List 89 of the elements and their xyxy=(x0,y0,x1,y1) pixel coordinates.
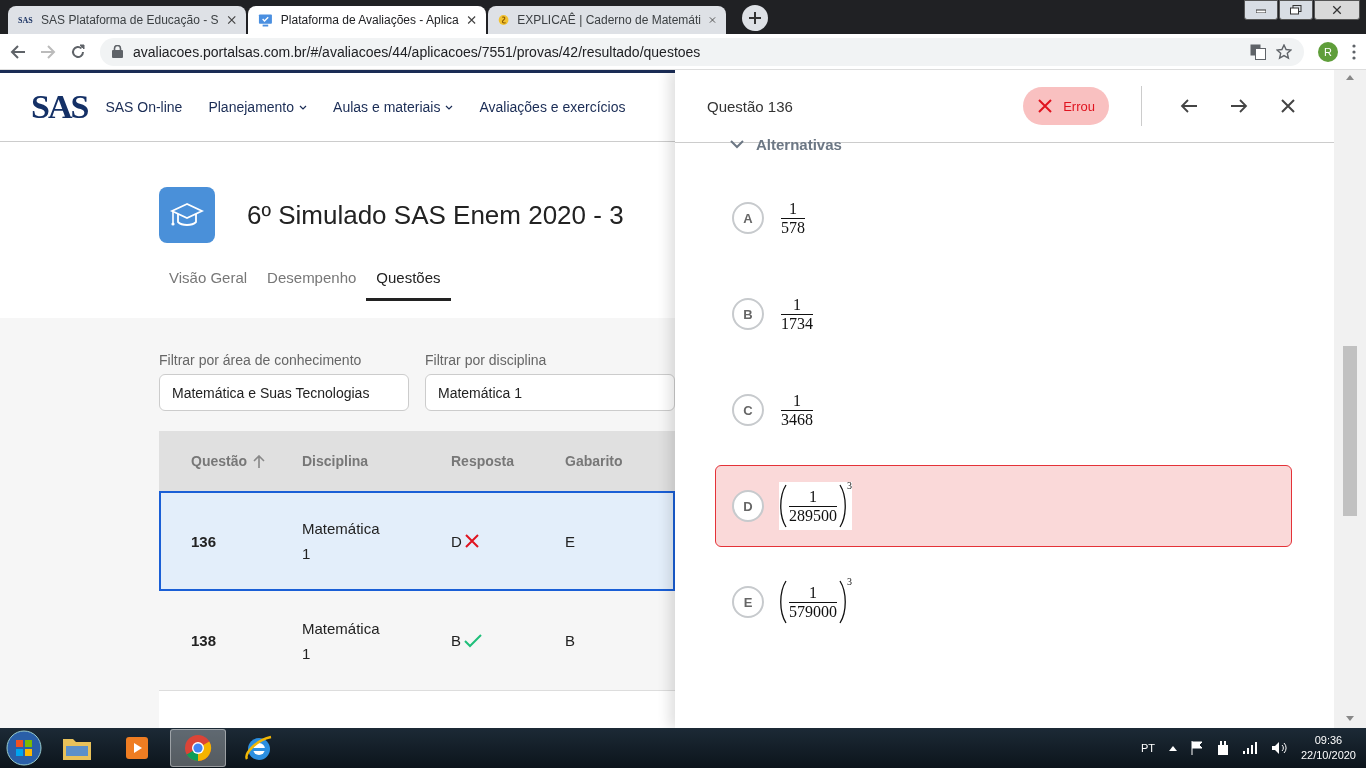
filter-select[interactable]: Matemática e Suas Tecnologias xyxy=(159,374,409,411)
monitor-icon xyxy=(258,12,273,28)
table-row[interactable]: 136 Matemática 1 D E xyxy=(159,491,675,591)
menu-icon[interactable] xyxy=(1352,43,1356,60)
power-icon[interactable] xyxy=(1216,741,1229,755)
fraction-formula: 1 1734 xyxy=(780,294,814,335)
answer-letter: B xyxy=(451,632,461,649)
alternative-option[interactable]: E 1 579000 3 xyxy=(715,561,1292,643)
translate-icon[interactable] xyxy=(1250,43,1266,60)
option-letter: C xyxy=(732,394,764,426)
start-button[interactable] xyxy=(4,729,44,767)
page-tab[interactable]: Visão Geral xyxy=(159,269,258,301)
media-player-icon xyxy=(124,735,150,761)
discipline-cell-text: Matemática 1 xyxy=(302,618,381,664)
scroll-down-icon[interactable] xyxy=(1346,716,1354,722)
arrow-right-icon[interactable] xyxy=(1230,98,1248,114)
nav-link[interactable]: Planejamento xyxy=(208,99,308,115)
fraction-formula: 1 3468 xyxy=(780,390,814,431)
option-letter: E xyxy=(732,586,764,618)
filter-label: Filtrar por área de conhecimento xyxy=(159,352,363,368)
clock-time[interactable]: 09:36 xyxy=(1314,733,1343,748)
answer-key: E xyxy=(565,532,665,550)
arrow-left-icon[interactable] xyxy=(1180,98,1198,114)
close-window-button[interactable] xyxy=(1314,0,1360,20)
parenthesis-icon xyxy=(779,580,787,624)
logo-icon: SAS xyxy=(18,15,34,25)
maximize-button[interactable] xyxy=(1279,0,1313,20)
minimize-icon[interactable] xyxy=(1256,7,1266,13)
drawer-title: Questão 136 xyxy=(707,97,794,115)
result-badge: Errou xyxy=(1023,87,1109,125)
close-icon xyxy=(466,15,476,25)
close-icon xyxy=(1280,98,1296,114)
question-number: 138 xyxy=(191,632,218,649)
caret-up-icon[interactable] xyxy=(1168,745,1177,751)
option-letter: B xyxy=(732,298,764,330)
power-formula: 1 579000 3 xyxy=(779,578,852,626)
option-letter: D xyxy=(732,490,764,522)
answer-key: B xyxy=(565,632,665,649)
chevron-icon[interactable] xyxy=(730,139,744,149)
option-letter: A xyxy=(732,202,764,234)
logo[interactable]: SAS xyxy=(31,88,88,126)
alternative-option[interactable]: A 1 578 xyxy=(715,177,1292,259)
volume-icon[interactable] xyxy=(1270,741,1287,755)
address-bar[interactable]: avaliacoes.portalsas.com.br/#/avaliacoes/44/aplicacoes/7551/provas/42/resultado/questoes xyxy=(100,37,1304,66)
internet-explorer-icon[interactable] xyxy=(244,734,274,762)
plus-icon[interactable] xyxy=(748,11,762,25)
fraction-formula: 1 578 xyxy=(780,198,806,239)
filter-label: Filtrar por disciplina xyxy=(425,352,548,368)
nav-link[interactable]: Aulas e materiais xyxy=(333,99,454,115)
page-tab[interactable]: Questões xyxy=(366,269,451,301)
parenthesis-icon xyxy=(839,484,847,528)
back-icon[interactable] xyxy=(10,43,26,60)
reload-icon[interactable] xyxy=(70,43,86,60)
scrollbar[interactable] xyxy=(1334,70,1366,728)
section-title: Alternativas xyxy=(756,135,842,153)
signal-icon[interactable] xyxy=(1242,742,1257,754)
minimize-button[interactable] xyxy=(1244,0,1278,20)
restore-icon[interactable] xyxy=(1290,5,1302,15)
discipline-cell-text: Matemática 1 xyxy=(302,519,381,564)
close-icon xyxy=(226,15,236,25)
close-icon xyxy=(709,15,716,25)
nav-link[interactable]: Avaliações e exercícios xyxy=(479,99,626,115)
page-tab[interactable]: Desempenho xyxy=(257,269,367,301)
browser-tab[interactable]: Plataforma de Avaliações - Aplica xyxy=(248,6,486,34)
filter-select[interactable]: Matemática 1 xyxy=(425,374,675,411)
close-icon xyxy=(1332,5,1342,15)
parenthesis-icon xyxy=(839,580,847,624)
question-number: 136 xyxy=(191,532,218,550)
scrollbar-thumb[interactable] xyxy=(1343,346,1357,516)
scroll-up-icon[interactable] xyxy=(1346,74,1354,80)
alternative-option[interactable]: D 1 289500 3 xyxy=(715,465,1292,547)
clock-date[interactable]: 22/10/2020 xyxy=(1300,748,1356,763)
answer-letter: D xyxy=(451,532,462,550)
power-formula: 1 289500 3 xyxy=(779,482,852,530)
lock-icon xyxy=(112,45,123,58)
browser-tab[interactable]: SAS SAS Plataforma de Educação - S xyxy=(8,6,246,34)
alternative-option[interactable]: C 1 3468 xyxy=(715,369,1292,451)
browser-tab[interactable]: EXPLICAÊ | Caderno de Matemáti xyxy=(488,6,726,34)
flag-icon[interactable] xyxy=(1190,741,1203,755)
alternative-option[interactable]: B 1 1734 xyxy=(715,273,1292,355)
nav-link[interactable]: SAS On-line xyxy=(105,99,183,115)
language-indicator[interactable]: PT xyxy=(1140,742,1155,754)
parenthesis-icon xyxy=(779,484,787,528)
new-tab-button[interactable] xyxy=(742,5,768,31)
chrome-icon[interactable] xyxy=(184,734,212,762)
exam-title: 6º Simulado SAS Enem 2020 - 3 xyxy=(247,199,624,231)
star-icon[interactable] xyxy=(1276,43,1292,60)
x-icon xyxy=(1037,98,1054,114)
url-text: avaliacoes.portalsas.com.br/#/avaliacoes/44/aplicacoes/7551/provas/42/resultado/questoes xyxy=(133,43,701,60)
